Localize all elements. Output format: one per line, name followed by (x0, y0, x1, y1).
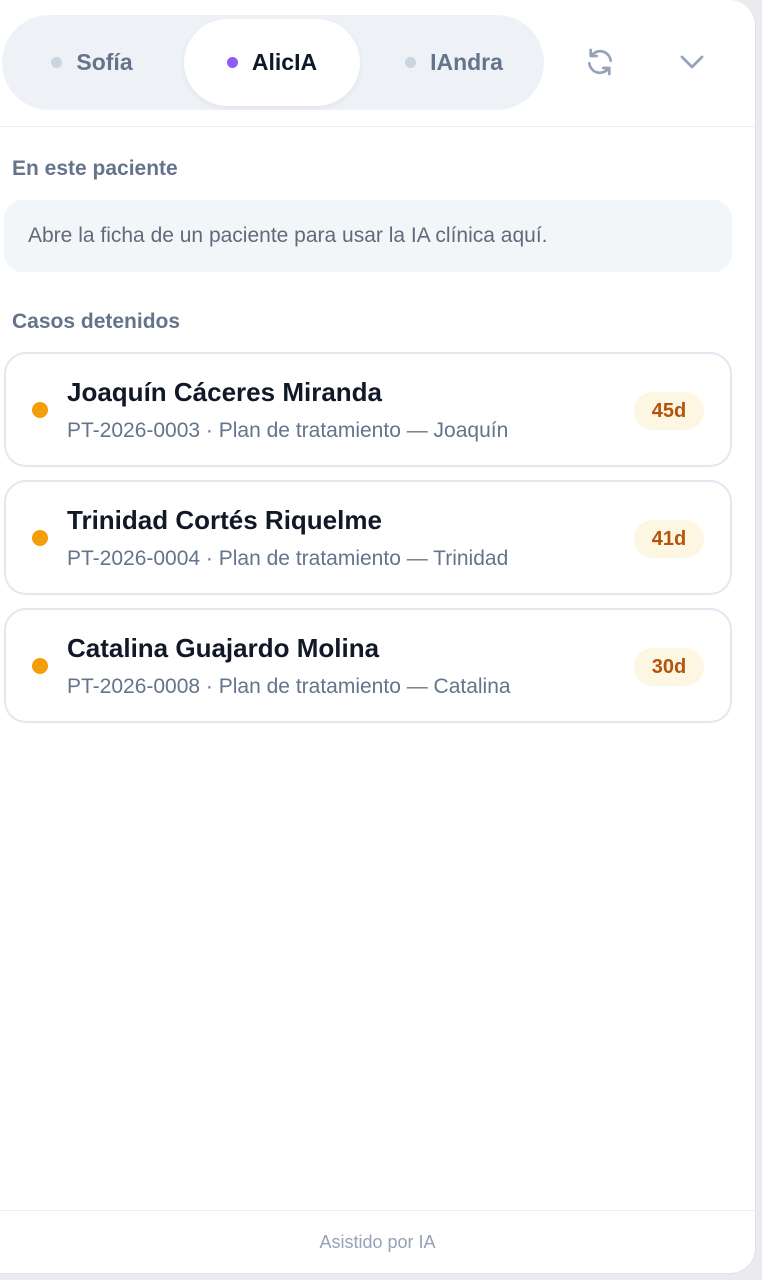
tab-alicia[interactable]: AlicIA (184, 19, 360, 106)
days-badge: 30d (634, 648, 704, 686)
refresh-button[interactable] (576, 38, 624, 86)
stalled-section-title: Casos detenidos (12, 310, 181, 333)
panel-header: Sofía AlicIA IAndra (0, 0, 755, 127)
notice-text: Abre la ficha de un paciente para usar l… (28, 224, 548, 247)
case-meta: PT-2026-0008 · Plan de tratamiento — Cat… (67, 675, 511, 698)
chevron-down-icon (680, 55, 704, 69)
case-card[interactable]: Joaquín Cáceres Miranda PT-2026-0003 · P… (4, 352, 732, 467)
case-card[interactable]: Trinidad Cortés Riquelme PT-2026-0004 · … (4, 480, 732, 595)
tab-label: IAndra (430, 49, 503, 75)
assistant-tabs: Sofía AlicIA IAndra (2, 15, 544, 110)
patient-name: Trinidad Cortés Riquelme (67, 505, 382, 535)
patient-name: Joaquín Cáceres Miranda (67, 377, 382, 407)
days-badge: 41d (634, 520, 704, 558)
days-badge: 45d (634, 392, 704, 430)
tab-iandra[interactable]: IAndra (364, 19, 544, 106)
case-meta: PT-2026-0004 · Plan de tratamiento — Tri… (67, 547, 509, 570)
status-dot-icon (405, 57, 417, 68)
status-dot-icon (32, 658, 48, 674)
tab-label: AlicIA (251, 49, 318, 75)
status-dot-icon (32, 402, 48, 418)
status-dot-icon (226, 57, 238, 68)
tab-label: Sofía (76, 49, 133, 75)
case-meta: PT-2026-0003 · Plan de tratamiento — Joa… (67, 419, 509, 442)
refresh-icon (588, 48, 612, 76)
patient-section-title: En este paciente (12, 157, 178, 180)
panel-footer: Asistido por IA (0, 1210, 755, 1273)
tab-sofia[interactable]: Sofía (2, 19, 182, 106)
footer-text: Asistido por IA (319, 1232, 436, 1252)
collapse-button[interactable] (668, 38, 716, 86)
case-card[interactable]: Catalina Guajardo Molina PT-2026-0008 · … (4, 608, 732, 723)
ai-assistant-panel: Sofía AlicIA IAndra En este paciente Abr… (0, 0, 756, 1274)
patient-notice: Abre la ficha de un paciente para usar l… (4, 200, 732, 272)
patient-name: Catalina Guajardo Molina (67, 633, 380, 663)
status-dot-icon (51, 57, 63, 68)
status-dot-icon (32, 530, 48, 546)
